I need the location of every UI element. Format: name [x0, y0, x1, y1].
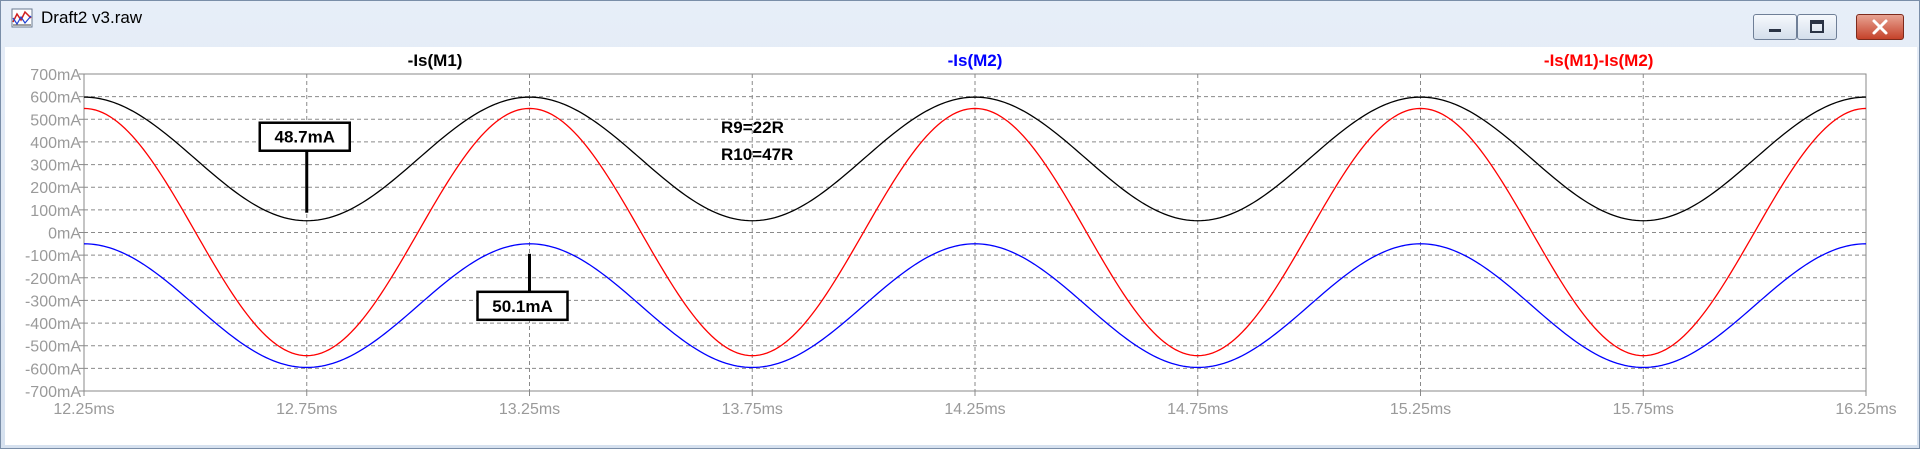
title-bar[interactable]: Draft2 v3.raw — [1, 1, 1919, 40]
x-tick-label: 15.75ms — [1613, 401, 1674, 418]
waveform-chart[interactable]: 700mA 600mA 500mA 400mA 300mA 200mA 100mA 0mA -1… — [5, 47, 1917, 445]
y-tick-label: -500mA — [25, 339, 81, 356]
grid — [84, 74, 1866, 391]
legend-label-2: -Is(M2) — [948, 51, 1003, 70]
plot-window: Draft2 v3.raw 700mA 600mA 500mA 400mA 300mA 2… — [0, 0, 1920, 449]
y-tick-label: -700mA — [25, 384, 81, 401]
annotation-label: 48.7mA — [275, 128, 335, 147]
y-tick-label: -300mA — [25, 293, 81, 310]
x-tick-label: 13.75ms — [722, 401, 783, 418]
x-tick-label: 13.25ms — [499, 401, 560, 418]
y-tick-label: 500mA — [30, 112, 81, 129]
x-tick-label: 14.25ms — [944, 401, 1005, 418]
x-tick-label: 14.75ms — [1167, 401, 1228, 418]
close-icon — [1872, 19, 1888, 35]
y-tick-label: 200mA — [30, 180, 81, 197]
minimize-button[interactable] — [1753, 14, 1797, 40]
notes: R9=22R R10=47R — [721, 118, 793, 164]
trace-labels: -Is(M1) -Is(M2) -Is(M1)-Is(M2) — [408, 51, 1654, 70]
minimize-icon — [1769, 29, 1781, 32]
y-tick-label: -600mA — [25, 361, 81, 378]
y-tick-label: 700mA — [30, 67, 81, 84]
y-tick-label: 0mA — [48, 226, 81, 243]
y-tick-label: 600mA — [30, 90, 81, 107]
y-tick-label: 300mA — [30, 158, 81, 175]
legend-label-3: -Is(M1)-Is(M2) — [1544, 51, 1654, 70]
x-tick-label: 12.25ms — [53, 401, 114, 418]
y-tick-label: -100mA — [25, 248, 81, 265]
annotation-label: 50.1mA — [492, 297, 552, 316]
y-tick-label: -200mA — [25, 271, 81, 288]
y-tick-label: 400mA — [30, 135, 81, 152]
close-button[interactable] — [1856, 14, 1904, 40]
note-label: R9=22R — [721, 118, 784, 137]
x-tick-label: 16.25ms — [1835, 401, 1896, 418]
note-label: R10=47R — [721, 145, 793, 164]
y-tick-label: 100mA — [30, 203, 81, 220]
window-title: Draft2 v3.raw — [41, 8, 143, 27]
maximize-icon — [1810, 20, 1824, 33]
waveform-plot-area[interactable]: 700mA 600mA 500mA 400mA 300mA 200mA 100mA 0mA -1… — [5, 47, 1917, 445]
x-tick-label: 15.25ms — [1390, 401, 1451, 418]
waveform-viewer-icon — [11, 8, 33, 28]
maximize-button[interactable] — [1797, 14, 1837, 40]
x-tick-label: 12.75ms — [276, 401, 337, 418]
legend-label-1: -Is(M1) — [408, 51, 463, 70]
y-tick-label: -400mA — [25, 316, 81, 333]
